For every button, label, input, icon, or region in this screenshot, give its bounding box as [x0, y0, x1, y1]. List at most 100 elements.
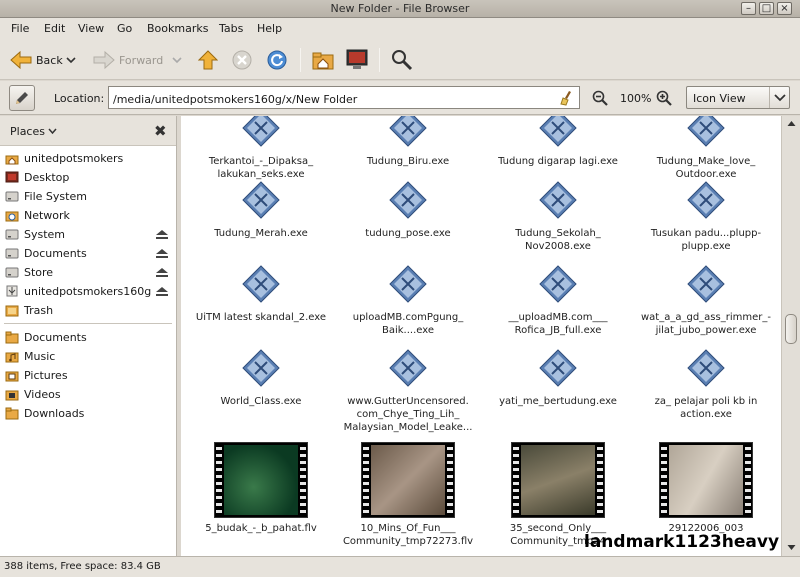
chevron-down-icon: [172, 57, 182, 64]
location-input[interactable]: [108, 86, 580, 109]
clear-location-icon[interactable]: [560, 90, 574, 106]
zoom-out-icon[interactable]: [592, 90, 608, 106]
executable-icon: [539, 116, 577, 147]
file-item-exe[interactable]: Tudung_Sekolah_ Nov2008.exe: [483, 180, 633, 253]
video-thumbnail-icon: [214, 442, 308, 518]
reload-button[interactable]: [266, 44, 288, 76]
menu-bookmarks[interactable]: Bookmarks: [147, 22, 208, 35]
file-item-exe[interactable]: www.GutterUncensored. com_Chye_Ting_Lih_ M…: [333, 348, 483, 434]
file-item-video[interactable]: 5_budak_-_b_pahat.flv: [186, 442, 336, 535]
video-thumbnail-icon: [659, 442, 753, 518]
sidebar-item-network[interactable]: Network: [0, 206, 176, 225]
file-item-exe[interactable]: Tudung digarap lagi.exe: [483, 116, 633, 168]
executable-icon: [242, 116, 280, 147]
file-item-exe[interactable]: Tudung_Biru.exe: [333, 116, 483, 168]
eject-icon[interactable]: [155, 229, 169, 240]
home-button[interactable]: [312, 44, 334, 76]
file-icon-view[interactable]: Terkantoi_-_Dipaksa_ lakukan_seks.exe Tudu…: [181, 116, 781, 556]
up-button[interactable]: [198, 44, 218, 76]
file-item-exe[interactable]: yati_me_bertudung.exe: [483, 348, 633, 408]
home-folder-icon: [312, 52, 334, 70]
computer-icon: [346, 49, 368, 69]
file-item-video[interactable]: 29122006_003: [631, 442, 781, 535]
file-name: wat_a_a_gd_ass_rimmer_- jilat_jubo_power.…: [641, 312, 771, 336]
file-item-exe[interactable]: Tudung_Make_love_ Outdoor.exe: [631, 116, 781, 181]
scroll-up-icon[interactable]: [787, 120, 796, 127]
menu-view[interactable]: View: [78, 22, 104, 35]
toggle-location-edit-button[interactable]: [9, 85, 35, 111]
file-name: UiTM latest skandal_2.exe: [195, 312, 327, 323]
back-button[interactable]: Back: [10, 44, 63, 76]
file-name: yati_me_bertudung.exe: [499, 396, 617, 407]
stop-button[interactable]: [232, 44, 252, 76]
file-name: Terkantoi_-_Dipaksa_ lakukan_seks.exe: [208, 156, 314, 180]
back-history-dropdown[interactable]: [66, 44, 76, 76]
vertical-scrollbar[interactable]: [781, 116, 800, 556]
file-item-exe[interactable]: za_ pelajar poli kb in action.exe: [631, 348, 781, 421]
drive-icon: [5, 191, 19, 202]
file-item-exe[interactable]: Tudung_Merah.exe: [186, 180, 336, 240]
zoom-level[interactable]: 100%: [620, 92, 651, 105]
forward-history-dropdown[interactable]: [172, 44, 182, 76]
file-item-exe[interactable]: UiTM latest skandal_2.exe: [186, 264, 336, 324]
music-folder-icon: [5, 352, 19, 363]
forward-button[interactable]: Forward: [93, 44, 163, 76]
usb-icon: [6, 285, 18, 297]
eject-icon[interactable]: [155, 267, 169, 278]
file-name: tudung_pose.exe: [365, 228, 451, 239]
up-arrow-icon: [198, 50, 218, 70]
sidebar-item-unitedpotsmokers160g[interactable]: unitedpotsmokers160g: [0, 282, 176, 301]
drive-icon: [5, 229, 19, 240]
scrollbar-thumb[interactable]: [785, 314, 797, 344]
sidebar-bookmark-music[interactable]: Music: [0, 347, 176, 366]
sidebar-item-unitedpotsmokers[interactable]: unitedpotsmokers: [0, 149, 176, 168]
view-mode-select[interactable]: Icon View: [686, 86, 790, 109]
menu-edit[interactable]: Edit: [44, 22, 65, 35]
menu-tabs[interactable]: Tabs: [219, 22, 243, 35]
network-icon: [5, 211, 19, 222]
file-item-video[interactable]: 10_Mins_Of_Fun___ Community_tmp72273.flv: [333, 442, 483, 548]
executable-icon: [539, 265, 577, 303]
file-item-exe[interactable]: wat_a_a_gd_ass_rimmer_- jilat_jubo_power.…: [631, 264, 781, 337]
scroll-down-icon[interactable]: [787, 544, 796, 551]
file-item-exe[interactable]: World_Class.exe: [186, 348, 336, 408]
zoom-in-icon[interactable]: [656, 90, 672, 106]
sidebar-item-store[interactable]: Store: [0, 263, 176, 282]
sidebar-item-label: Music: [24, 350, 56, 363]
sidebar-bookmark-downloads[interactable]: Downloads: [0, 404, 176, 423]
file-name: 5_budak_-_b_pahat.flv: [205, 523, 317, 534]
sidebar-item-system[interactable]: System: [0, 225, 176, 244]
video-folder-icon: [5, 390, 19, 401]
sidebar-item-documents[interactable]: Documents: [0, 244, 176, 263]
menu-go[interactable]: Go: [117, 22, 132, 35]
sidebar-bookmark-documents[interactable]: Documents: [0, 328, 176, 347]
file-name: __uploadMB.com___ Rofica_JB_full.exe: [508, 312, 608, 336]
file-item-exe[interactable]: tudung_pose.exe: [333, 180, 483, 240]
chevron-down-icon: [774, 94, 786, 102]
file-item-exe[interactable]: __uploadMB.com___ Rofica_JB_full.exe: [483, 264, 633, 337]
sidebar-item-file-system[interactable]: File System: [0, 187, 176, 206]
file-name: World_Class.exe: [220, 396, 302, 407]
menu-help[interactable]: Help: [257, 22, 282, 35]
minimize-button[interactable]: –: [741, 2, 756, 15]
close-sidebar-icon[interactable]: ✖: [154, 122, 167, 140]
sidebar-bookmark-pictures[interactable]: Pictures: [0, 366, 176, 385]
close-window-button[interactable]: ×: [777, 2, 792, 15]
file-name: Tudung digarap lagi.exe: [498, 156, 618, 167]
maximize-button[interactable]: □: [759, 2, 774, 15]
file-item-exe[interactable]: Terkantoi_-_Dipaksa_ lakukan_seks.exe: [186, 116, 336, 181]
file-item-exe[interactable]: Tusukan padu...plupp-plupp.exe: [631, 180, 781, 253]
menu-file[interactable]: File: [11, 22, 29, 35]
eject-icon[interactable]: [155, 286, 169, 297]
file-item-exe[interactable]: uploadMB.comPgung_ Baik....exe: [333, 264, 483, 337]
sidebar-bookmark-videos[interactable]: Videos: [0, 385, 176, 404]
search-button[interactable]: [391, 44, 413, 76]
executable-icon: [389, 265, 427, 303]
eject-icon[interactable]: [155, 248, 169, 259]
sidebar-type-selector[interactable]: Places: [10, 125, 58, 138]
executable-icon: [242, 181, 280, 219]
sidebar-item-trash[interactable]: Trash: [0, 301, 176, 320]
sidebar-item-desktop[interactable]: Desktop: [0, 168, 176, 187]
sidebar-item-label: System: [24, 228, 66, 241]
computer-button[interactable]: [345, 44, 369, 76]
